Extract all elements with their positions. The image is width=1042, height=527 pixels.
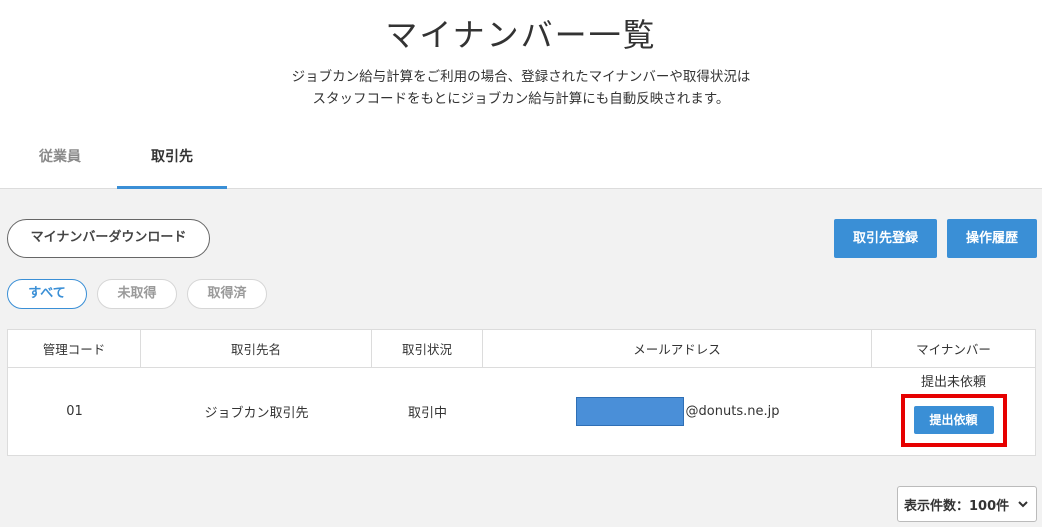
column-header-status: 取引状況 [372, 330, 483, 367]
per-page-select[interactable]: 表示件数：100件 [897, 486, 1037, 522]
cell-client-name: ジョブカン取引先 [204, 406, 309, 421]
filter-all[interactable]: すべて [7, 279, 87, 309]
table-header-row: 管理コード 取引先名 取引状況 メールアドレス マイナンバー [8, 330, 1035, 368]
redacted-email-block [575, 397, 684, 426]
column-header-email: メールアドレス [483, 330, 872, 367]
register-client-button[interactable]: 取引先登録 [834, 219, 937, 258]
filter-acquired[interactable]: 取得済 [187, 279, 267, 309]
filter-not-acquired[interactable]: 未取得 [97, 279, 177, 309]
chevron-down-icon [1018, 501, 1028, 508]
tab-employees[interactable]: 従業員 [10, 136, 110, 189]
email-domain: @donuts.ne.jp [685, 404, 780, 419]
table-row: 01 ジョブカン取引先 取引中 @donuts.ne.jp 提出未依頼 提出依頼 [8, 368, 1035, 455]
page-header: マイナンバー一覧 ジョブカン給与計算をご利用の場合、登録されたマイナンバーや取得… [0, 0, 1042, 189]
mynumber-download-button[interactable]: マイナンバーダウンロード [7, 219, 210, 258]
cell-code: 01 [66, 404, 83, 419]
operation-history-button[interactable]: 操作履歴 [947, 219, 1037, 258]
client-table: 管理コード 取引先名 取引状況 メールアドレス マイナンバー 01 ジョブカン取… [7, 329, 1036, 456]
cell-email: @donuts.ne.jp [483, 368, 872, 455]
cell-mynumber: 提出未依頼 提出依頼 [872, 368, 1035, 455]
tab-bar: 従業員 取引先 [0, 136, 300, 189]
description-line-1: ジョブカン給与計算をご利用の場合、登録されたマイナンバーや取得状況は [291, 69, 751, 85]
highlight-box: 提出依頼 [900, 393, 1007, 447]
page-title: マイナンバー一覧 [385, 16, 657, 54]
mynumber-wrapper: 提出未依頼 提出依頼 [900, 375, 1007, 447]
cell-trade-status: 取引中 [407, 406, 447, 421]
page-description: ジョブカン給与計算をご利用の場合、登録されたマイナンバーや取得状況は スタッフコ… [0, 66, 1042, 110]
submit-request-button[interactable]: 提出依頼 [913, 406, 994, 434]
description-line-2: スタッフコードをもとにジョブカン給与計算にも自動反映されます。 [312, 91, 730, 107]
mynumber-status: 提出未依頼 [920, 374, 986, 390]
per-page-value: 表示件数：100件 [904, 498, 1010, 514]
column-header-mynumber: マイナンバー [916, 342, 991, 357]
tab-clients[interactable]: 取引先 [117, 136, 227, 189]
column-header-code: 管理コード [8, 330, 141, 367]
column-header-name: 取引先名 [141, 330, 372, 367]
email-wrapper: @donuts.ne.jp [575, 397, 780, 426]
